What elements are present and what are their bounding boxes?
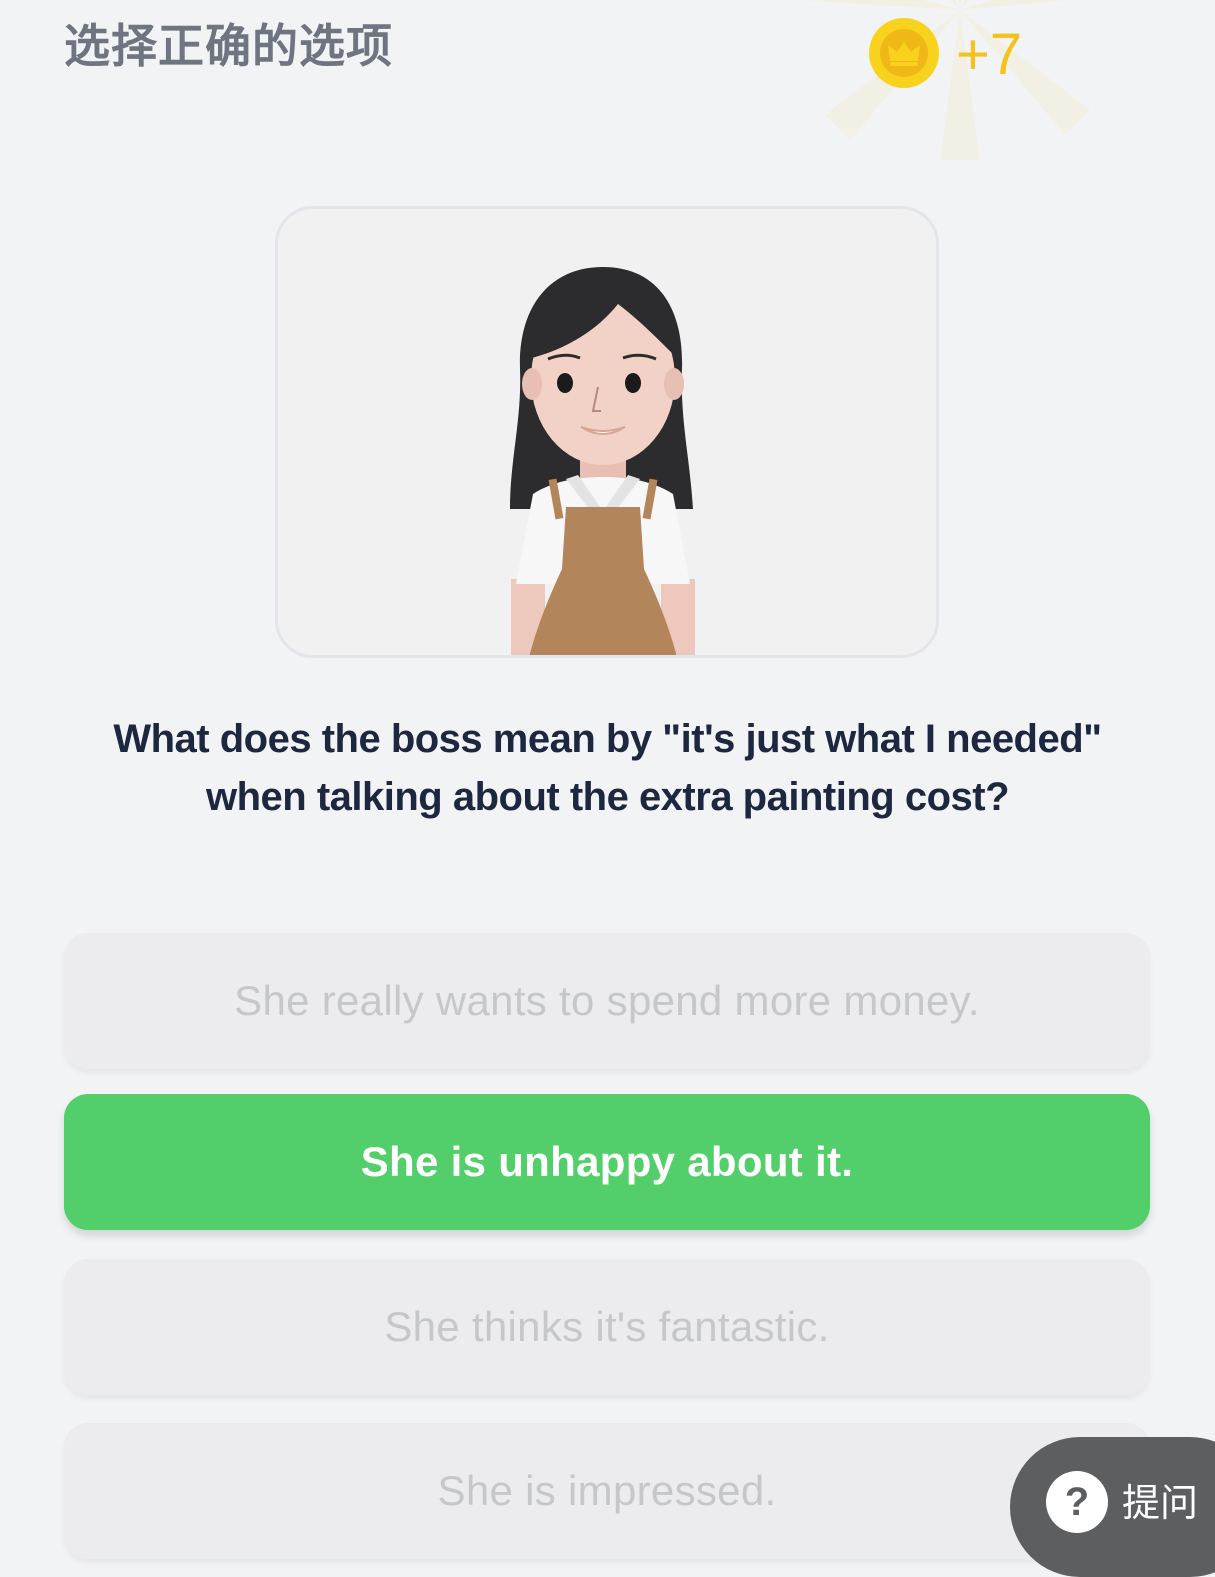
ask-question-label[interactable]: 提问 [1122,1478,1198,1528]
crown-coin-icon [869,18,939,88]
answer-option-1[interactable]: She really wants to spend more money. [64,933,1150,1069]
character-illustration [510,267,695,655]
character-card [275,206,939,658]
instruction-title: 选择正确的选项 [64,19,393,73]
answer-option-2[interactable]: She is unhappy about it. [64,1094,1150,1230]
question-mark-icon[interactable]: ? [1046,1471,1108,1533]
question-line-1: What does the boss mean by "it's just wh… [113,717,1102,761]
answer-option-4[interactable]: She is impressed. [64,1423,1150,1559]
question-text: What does the boss mean by "it's just wh… [60,710,1155,826]
question-line-2: when talking about the extra painting co… [205,775,1010,819]
reward-points: +7 [956,22,1023,87]
answer-option-3[interactable]: She thinks it's fantastic. [64,1259,1150,1395]
